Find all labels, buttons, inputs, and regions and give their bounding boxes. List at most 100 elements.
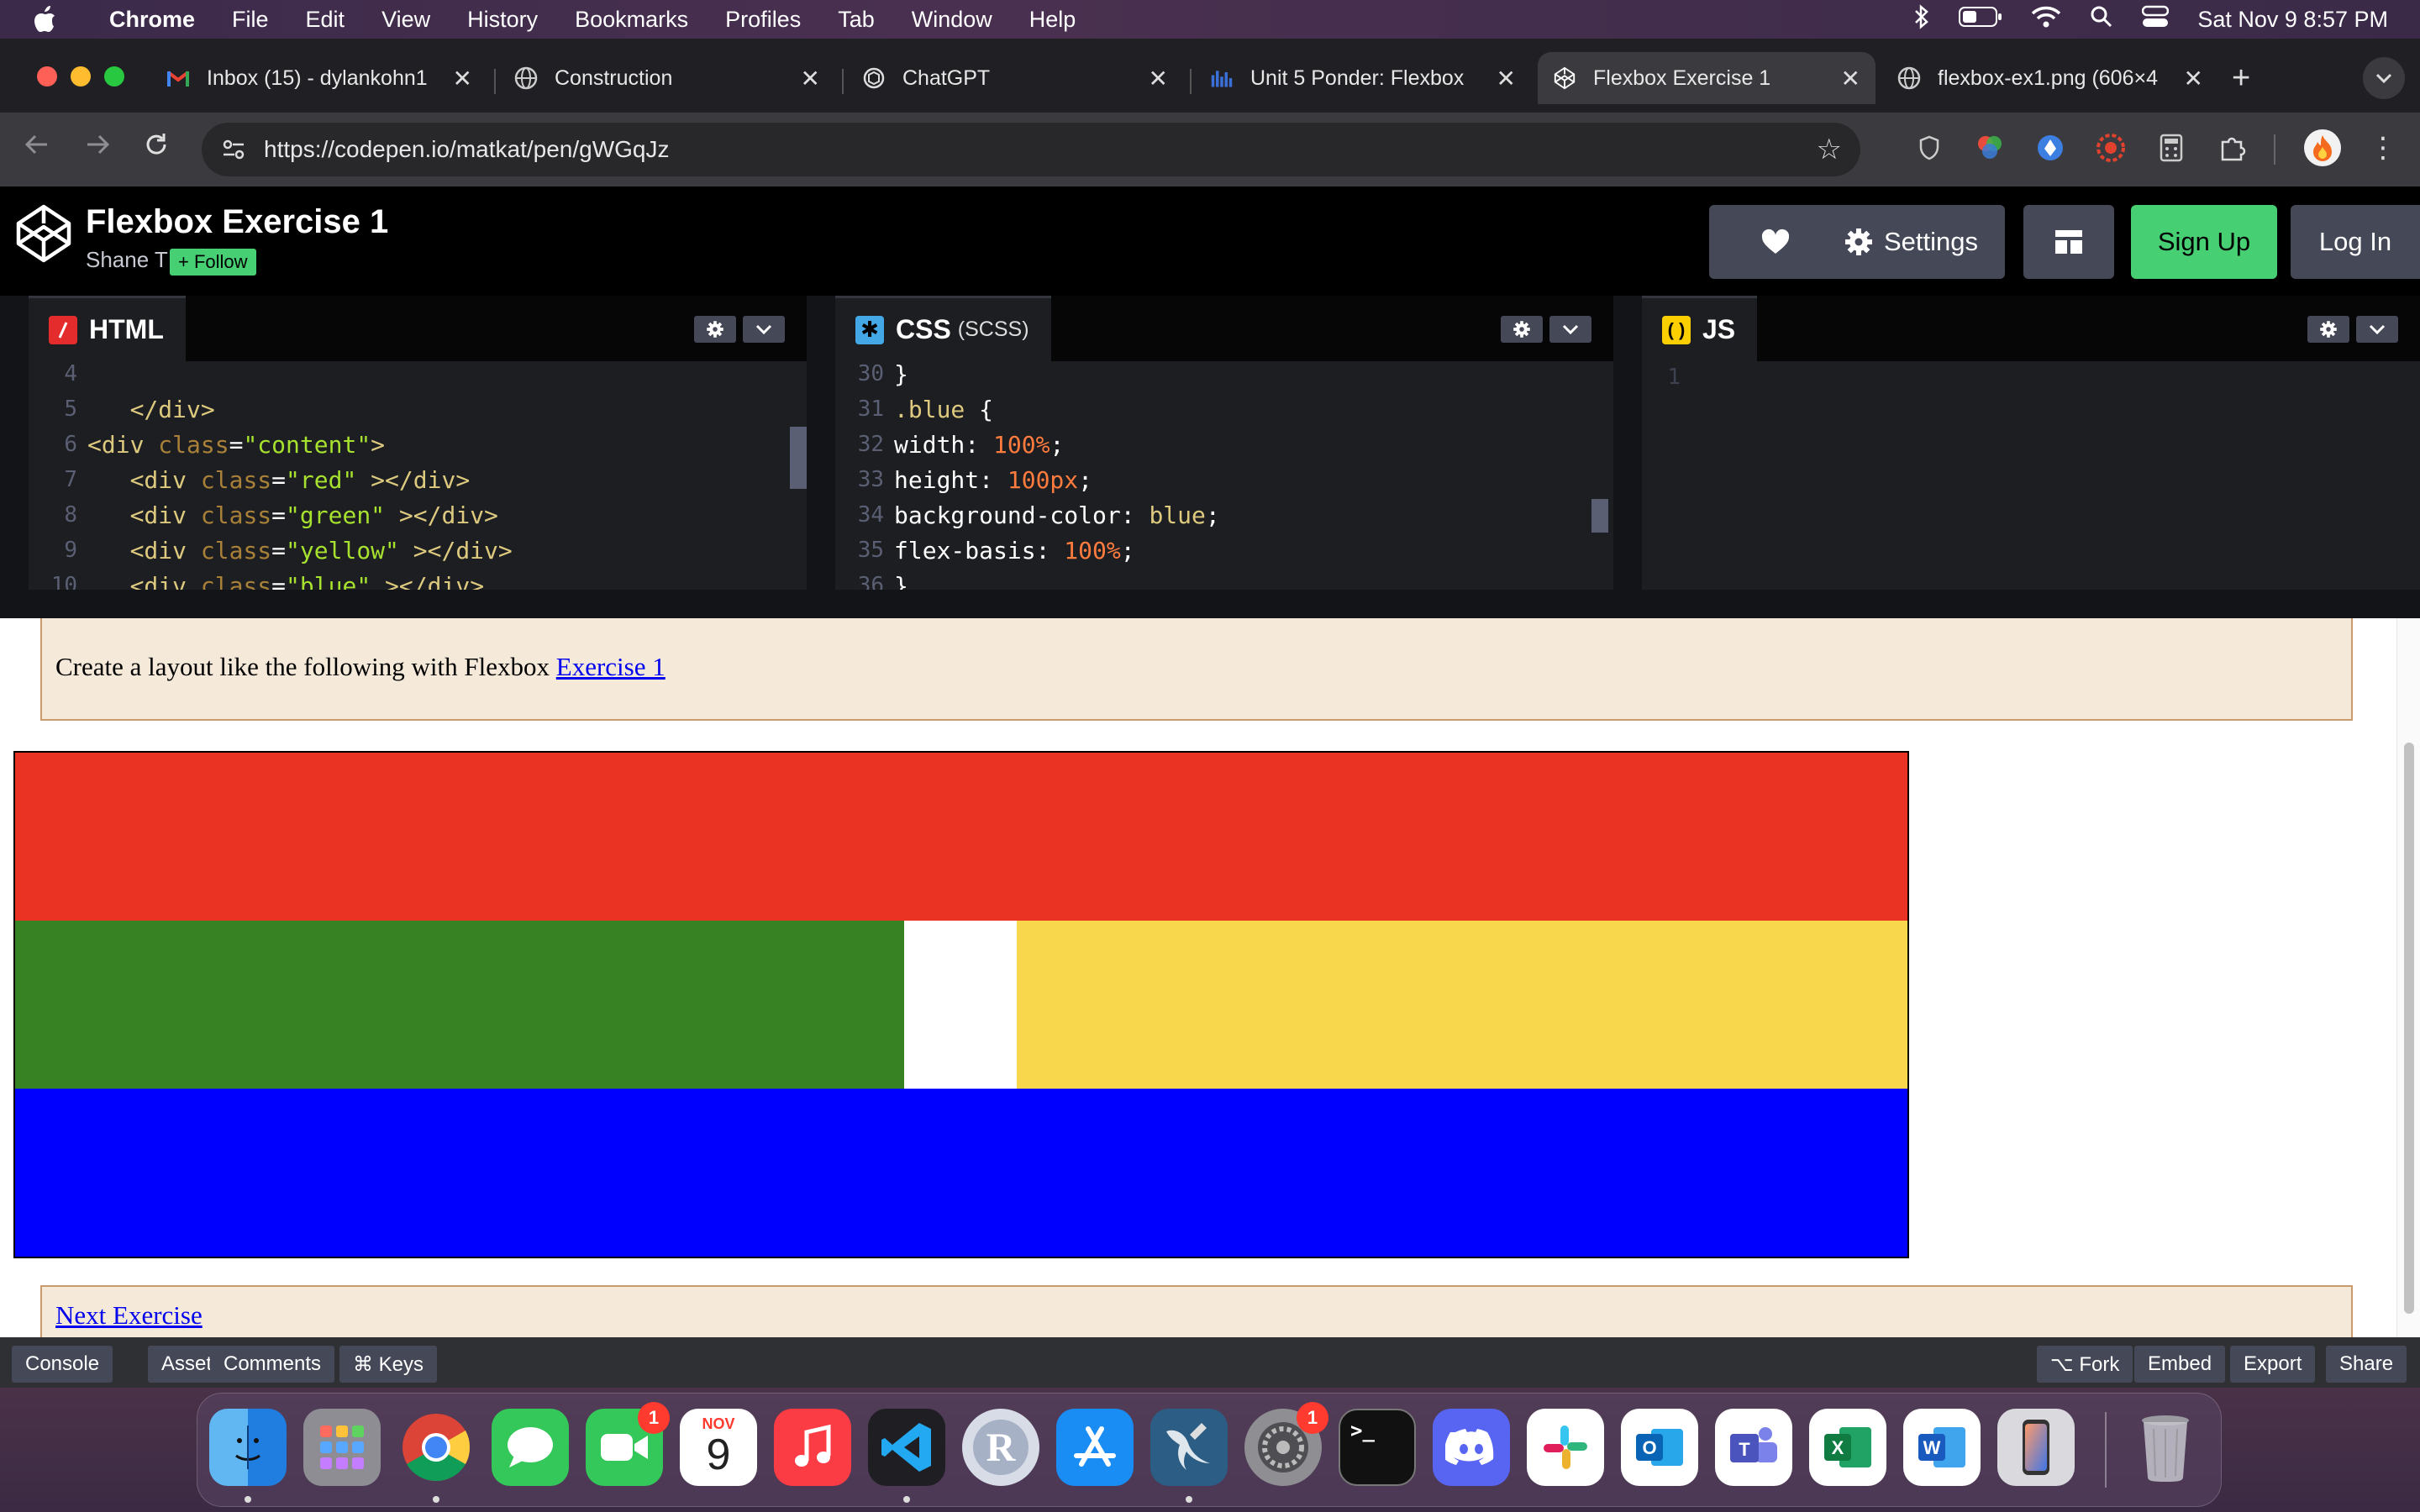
css-editor-tab[interactable]: ✱ CSS (SCSS) xyxy=(835,296,1051,361)
tab-flexbox-ex1-png[interactable]: flexbox-ex1.png (606×4 ✕ xyxy=(1882,52,2218,104)
extensions-puzzle-icon[interactable] xyxy=(2215,131,2249,165)
tab-chatgpt[interactable]: ChatGPT ✕ xyxy=(847,52,1183,104)
result-scrollbar[interactable] xyxy=(2396,618,2420,1337)
embed-button[interactable]: Embed xyxy=(2134,1346,2226,1383)
js-editor-settings-button[interactable] xyxy=(2307,316,2349,343)
excel-icon[interactable]: X xyxy=(1809,1409,1886,1486)
finder-icon[interactable] xyxy=(209,1409,287,1503)
tab-gmail[interactable]: Inbox (15) - dylankohn1 ✕ xyxy=(151,52,487,104)
html-code[interactable]: 4 5 </div> 6 <div class = "content" > 7 <div… xyxy=(29,361,807,590)
back-button[interactable] xyxy=(24,131,50,165)
calendar-icon[interactable]: NOV 9 xyxy=(680,1409,757,1486)
menu-profiles[interactable]: Profiles xyxy=(725,7,801,33)
extension-blue-drop-icon[interactable] xyxy=(2033,131,2067,165)
menu-history[interactable]: History xyxy=(467,7,538,33)
fork-button[interactable]: ⌥ Fork xyxy=(2037,1346,2133,1383)
close-tab-icon[interactable]: ✕ xyxy=(1841,65,1860,92)
close-tab-icon[interactable]: ✕ xyxy=(453,65,472,92)
keys-button[interactable]: ⌘ Keys xyxy=(339,1346,438,1383)
apple-icon[interactable] xyxy=(32,5,64,34)
close-tab-icon[interactable]: ✕ xyxy=(801,65,820,92)
menu-bar-clock[interactable]: Sat Nov 9 8:57 PM xyxy=(2197,7,2388,33)
system-settings-icon[interactable]: 1 xyxy=(1244,1402,1328,1486)
iphone-mirroring-icon[interactable] xyxy=(1997,1409,2075,1486)
tab-search-button[interactable] xyxy=(2363,57,2405,99)
outlook-icon[interactable]: O xyxy=(1621,1409,1698,1486)
css-editor-scrollbar[interactable] xyxy=(1591,499,1608,533)
r-icon[interactable]: R xyxy=(962,1409,1039,1486)
profile-avatar[interactable] xyxy=(2304,129,2341,166)
bookmark-star-icon[interactable]: ☆ xyxy=(1817,133,1842,166)
export-button[interactable]: Export xyxy=(2230,1346,2316,1383)
js-editor-collapse-button[interactable] xyxy=(2356,316,2398,343)
vscode-icon[interactable] xyxy=(868,1409,945,1503)
menu-help[interactable]: Help xyxy=(1029,7,1076,33)
close-tab-icon[interactable]: ✕ xyxy=(2184,65,2203,92)
extension-shield-icon[interactable] xyxy=(1912,131,1946,165)
tab-construction[interactable]: Construction ✕ xyxy=(499,52,835,104)
url-text[interactable]: https://codepen.io/matkat/pen/gWGqJz xyxy=(264,136,669,163)
menu-edit[interactable]: Edit xyxy=(306,7,345,33)
change-view-button[interactable] xyxy=(2023,205,2114,279)
menu-view[interactable]: View xyxy=(381,7,430,33)
control-center-icon[interactable] xyxy=(2142,5,2170,34)
html-editor-collapse-button[interactable] xyxy=(743,316,785,343)
battery-icon[interactable] xyxy=(1959,6,2002,34)
slack-icon[interactable] xyxy=(1527,1409,1604,1486)
follow-button[interactable]: + Follow xyxy=(170,249,256,276)
spotlight-search-icon[interactable] xyxy=(2090,5,2113,34)
forward-button[interactable] xyxy=(84,131,111,165)
html-editor-tab[interactable]: HTML xyxy=(29,296,186,361)
chrome-icon[interactable] xyxy=(397,1409,475,1503)
tab-unit5-ponder[interactable]: Unit 5 Ponder: Flexbox ✕ xyxy=(1195,52,1531,104)
chrome-menu-icon[interactable]: ⋮ xyxy=(2366,131,2400,165)
html-editor-settings-button[interactable] xyxy=(694,316,736,343)
html-editor-scrollbar[interactable] xyxy=(790,427,807,489)
sign-up-button[interactable]: Sign Up xyxy=(2131,205,2277,279)
log-in-button[interactable]: Log In xyxy=(2291,205,2420,279)
word-icon[interactable]: W xyxy=(1903,1409,1981,1486)
js-code[interactable]: 1 xyxy=(1642,361,2420,590)
address-bar[interactable]: https://codepen.io/matkat/pen/gWGqJz ☆ xyxy=(202,123,1860,176)
css-code[interactable]: 30} 31 .blue { 32 width: 100%; 33 height: 1… xyxy=(835,361,1613,590)
comments-button[interactable]: Comments xyxy=(210,1346,335,1383)
site-info-icon[interactable] xyxy=(220,136,247,169)
js-editor-tab[interactable]: ( ) JS xyxy=(1642,296,1758,361)
share-button[interactable]: Share xyxy=(2326,1346,2407,1383)
new-tab-button[interactable]: + xyxy=(2232,60,2250,97)
extension-calculator-icon[interactable] xyxy=(2154,131,2188,165)
next-exercise-link[interactable]: Next Exercise xyxy=(55,1300,203,1330)
reload-button[interactable] xyxy=(143,131,170,165)
zoom-window-button[interactable] xyxy=(104,66,124,87)
app-store-icon[interactable] xyxy=(1056,1409,1134,1486)
codepen-logo-icon[interactable] xyxy=(13,203,74,268)
launchpad-icon[interactable] xyxy=(303,1409,381,1486)
minimize-window-button[interactable] xyxy=(71,66,91,87)
settings-button[interactable]: Settings xyxy=(1817,205,2005,279)
terminal-icon[interactable]: >_ xyxy=(1339,1409,1416,1486)
menu-window[interactable]: Window xyxy=(912,7,992,33)
extension-red-badge-icon[interactable] xyxy=(2094,131,2128,165)
pen-author[interactable]: Shane T xyxy=(86,247,168,273)
discord-icon[interactable] xyxy=(1433,1409,1510,1486)
facetime-icon[interactable]: 1 xyxy=(586,1402,670,1486)
extension-color-picker-icon[interactable] xyxy=(1973,131,2007,165)
wifi-icon[interactable] xyxy=(2031,5,2061,34)
close-window-button[interactable] xyxy=(37,66,57,87)
menu-app-chrome[interactable]: Chrome xyxy=(109,7,195,33)
menu-bookmarks[interactable]: Bookmarks xyxy=(575,7,688,33)
trash-icon[interactable] xyxy=(2127,1409,2204,1486)
mysql-workbench-icon[interactable] xyxy=(1150,1409,1228,1503)
close-tab-icon[interactable]: ✕ xyxy=(1149,65,1168,92)
bluetooth-icon[interactable] xyxy=(1913,3,1930,35)
messages-icon[interactable] xyxy=(492,1409,569,1486)
css-editor-settings-button[interactable] xyxy=(1501,316,1543,343)
console-button[interactable]: Console xyxy=(12,1346,113,1383)
music-icon[interactable] xyxy=(774,1409,851,1486)
css-editor-collapse-button[interactable] xyxy=(1549,316,1591,343)
exercise-1-link[interactable]: Exercise 1 xyxy=(556,652,666,681)
close-tab-icon[interactable]: ✕ xyxy=(1497,65,1516,92)
teams-icon[interactable]: T xyxy=(1715,1409,1792,1486)
menu-file[interactable]: File xyxy=(232,7,269,33)
tab-flexbox-exercise-1[interactable]: Flexbox Exercise 1 ✕ xyxy=(1538,52,1876,104)
